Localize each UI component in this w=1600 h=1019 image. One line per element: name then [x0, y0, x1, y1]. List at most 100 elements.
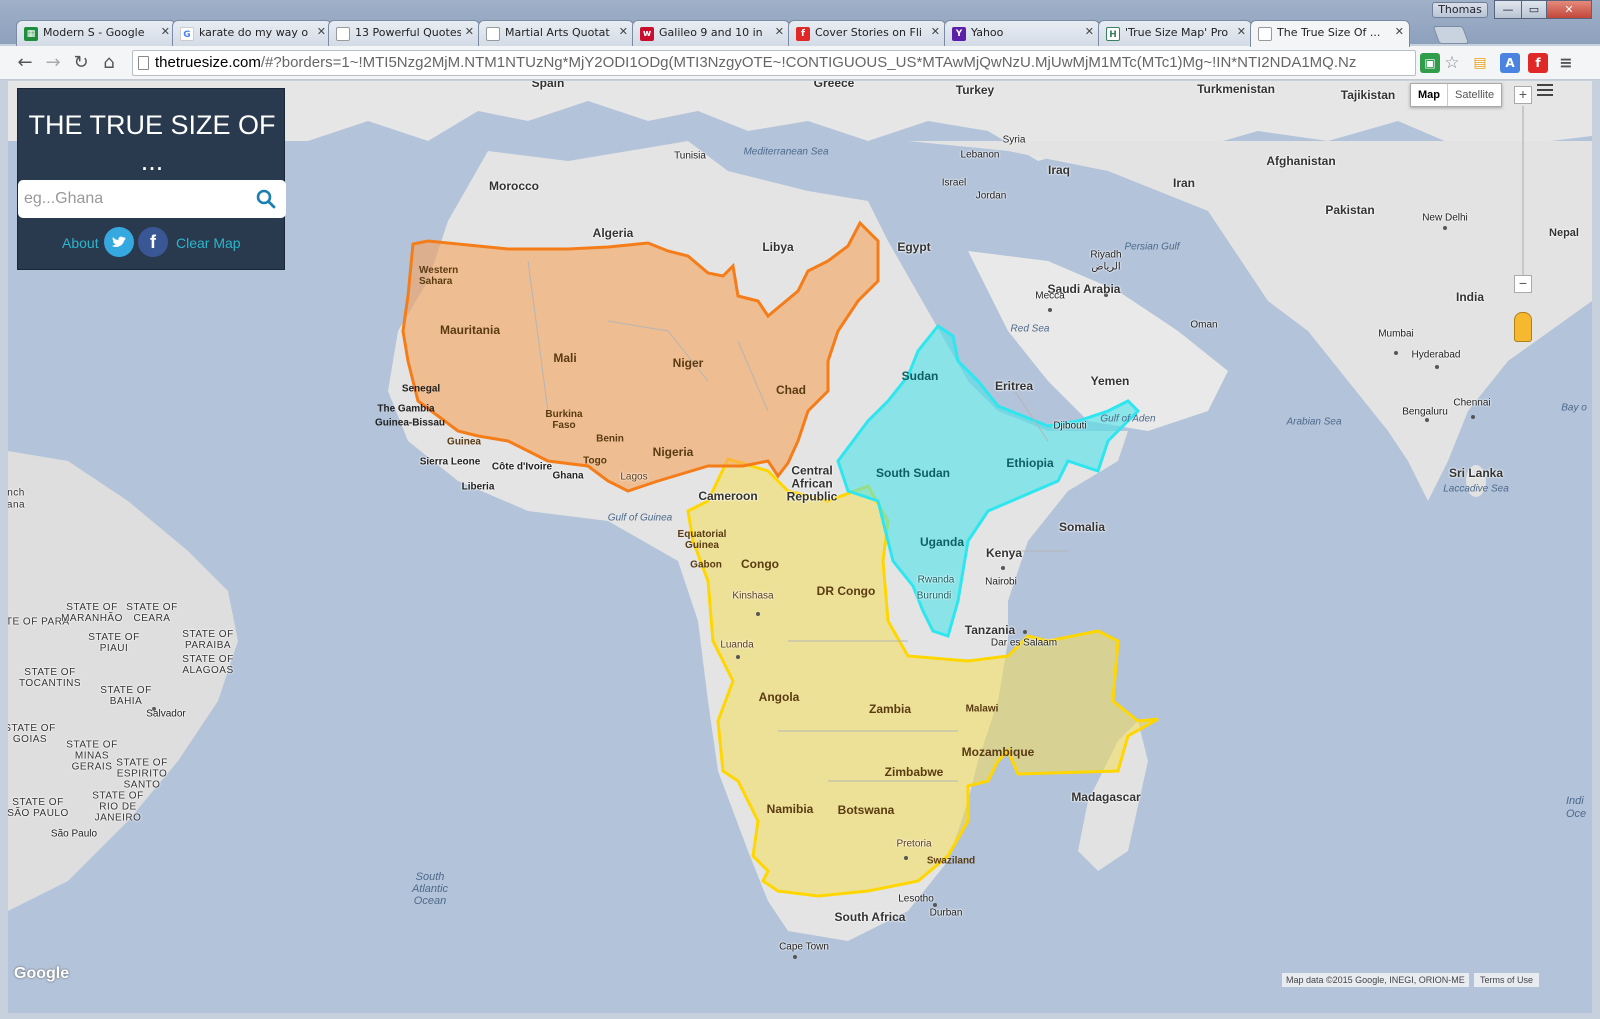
- extension-icon[interactable]: ▣: [1420, 53, 1440, 73]
- tab-close-icon[interactable]: ✕: [161, 25, 170, 38]
- huffpost-icon: H: [1106, 27, 1120, 41]
- tab-close-icon[interactable]: ✕: [775, 25, 784, 38]
- map-label: Togo: [583, 455, 607, 467]
- map-label: Malawi: [965, 703, 999, 715]
- map-label: Namibia: [766, 802, 814, 816]
- zoom-out-button[interactable]: −: [1514, 275, 1532, 293]
- map-label: Luanda: [720, 639, 754, 651]
- map-label: Nigeria: [652, 445, 694, 459]
- map-label: STATE OF ALAGOAS: [182, 654, 234, 676]
- zoom-slider[interactable]: [1522, 106, 1524, 276]
- url-host: thetruesize.com: [155, 54, 261, 71]
- map-label: South Africa: [834, 910, 906, 924]
- map-label: Arabian Sea: [1286, 416, 1342, 428]
- tab-close-icon[interactable]: ✕: [465, 25, 474, 38]
- map-type-satellite-button[interactable]: Satellite: [1448, 84, 1501, 106]
- tab-1[interactable]: G karate do my way o ✕: [172, 20, 332, 46]
- map-label: Swaziland: [926, 855, 976, 867]
- map-label: Ethiopia: [1006, 456, 1054, 470]
- forward-arrow-icon[interactable]: →: [42, 52, 64, 74]
- map-label: Mauritania: [439, 323, 501, 337]
- maximize-button[interactable]: ▭: [1521, 0, 1547, 19]
- tab-close-icon[interactable]: ✕: [1237, 25, 1246, 38]
- tab-6[interactable]: Y Yahoo ✕: [944, 20, 1100, 46]
- tab-close-icon[interactable]: ✕: [931, 25, 940, 38]
- translate-icon[interactable]: A: [1500, 53, 1520, 73]
- menu-icon[interactable]: [1537, 84, 1553, 98]
- map-label: Persian Gulf: [1124, 241, 1180, 253]
- window-close-button[interactable]: ✕: [1546, 0, 1592, 19]
- browser-toolbar: ← → ↻ ⌂ thetruesize.com/#?borders=1~!MTI…: [0, 46, 1600, 80]
- map-label: Mediterranean Sea: [743, 146, 829, 158]
- map-label: Rwanda: [917, 574, 955, 586]
- home-icon[interactable]: ⌂: [98, 52, 120, 74]
- tab-0[interactable]: ▦ Modern S - Google ✕: [16, 20, 176, 46]
- tab-4[interactable]: w Galileo 9 and 10 in ✕: [632, 20, 790, 46]
- map-label: Cape Town: [779, 941, 829, 953]
- about-link[interactable]: About: [62, 235, 99, 251]
- zoom-in-button[interactable]: +: [1514, 86, 1532, 104]
- reload-icon[interactable]: ↻: [70, 52, 92, 74]
- address-bar[interactable]: thetruesize.com/#?borders=1~!MTI5Nzg2MjM…: [132, 50, 1416, 76]
- terms-of-use-link[interactable]: Terms of Use: [1474, 973, 1540, 987]
- tab-5[interactable]: f Cover Stories on Fli ✕: [788, 20, 946, 46]
- facebook-icon[interactable]: f: [138, 227, 168, 257]
- map-label: nch: [8, 487, 25, 499]
- tab-label: Galileo 9 and 10 in: [659, 26, 763, 39]
- tab-close-icon[interactable]: ✕: [619, 25, 628, 38]
- tab-label: Cover Stories on Fli: [815, 26, 922, 39]
- map-label: Red Sea: [1010, 323, 1050, 335]
- map-label: São Paulo: [50, 828, 98, 840]
- browser-window: ▦ Modern S - Google ✕ G karate do my way…: [0, 0, 1600, 1019]
- search-box: [18, 180, 286, 218]
- back-arrow-icon[interactable]: ←: [14, 52, 36, 74]
- map-label: Sri Lanka: [1448, 466, 1504, 480]
- search-input[interactable]: [24, 186, 244, 212]
- map-label: Djibouti: [1053, 420, 1087, 432]
- tab-8-active[interactable]: The True Size Of ... ✕: [1250, 20, 1410, 47]
- chrome-menu-icon[interactable]: ≡: [1556, 53, 1576, 73]
- map-label: Liberia: [461, 481, 495, 493]
- street-view-pegman-icon[interactable]: [1514, 312, 1532, 342]
- map-label: Chennai: [1453, 397, 1491, 409]
- search-panel: THE TRUE SIZE OF ... About f Clear Map: [17, 88, 286, 270]
- profile-button[interactable]: Thomas: [1432, 2, 1488, 18]
- tab-strip: ▦ Modern S - Google ✕ G karate do my way…: [0, 0, 1600, 47]
- map-label: Morocco: [488, 179, 540, 193]
- map-label: Zambia: [868, 702, 912, 716]
- map-label: Bengaluru: [1402, 406, 1448, 418]
- panel-title: THE TRUE SIZE OF ...: [28, 110, 276, 176]
- map-label: Benin: [596, 433, 624, 445]
- page-icon: [1258, 27, 1272, 41]
- map-type-map-button[interactable]: Map: [1411, 84, 1447, 106]
- tab-label: karate do my way o: [199, 26, 309, 39]
- map-type-control: Map Satellite: [1410, 83, 1503, 107]
- flipboard-extension-icon[interactable]: f: [1528, 53, 1548, 73]
- map-label: Egypt: [897, 240, 931, 254]
- map-label: Turkmenistan: [1197, 82, 1275, 96]
- twitter-icon[interactable]: [104, 227, 134, 257]
- tab-3[interactable]: Martial Arts Quotat ✕: [478, 20, 634, 46]
- map-label: Gulf of Aden: [1100, 413, 1156, 425]
- clear-map-link[interactable]: Clear Map: [176, 235, 241, 251]
- map-label: Congo: [741, 557, 779, 571]
- tab-2[interactable]: 13 Powerful Quotes ✕: [328, 20, 480, 46]
- google-icon: G: [180, 27, 194, 41]
- new-tab-button[interactable]: [1432, 26, 1470, 44]
- minimize-button[interactable]: —: [1494, 0, 1522, 19]
- bookmark-star-icon[interactable]: ☆: [1442, 53, 1462, 73]
- news-icon: w: [640, 27, 654, 41]
- map-label: Angola: [758, 690, 800, 704]
- bus-extension-icon[interactable]: ▤: [1470, 53, 1490, 73]
- tab-7[interactable]: H 'True Size Map' Pro ✕: [1098, 20, 1252, 46]
- tab-close-icon[interactable]: ✕: [1395, 25, 1404, 38]
- flipboard-icon: f: [796, 27, 810, 41]
- map-label: Sierra Leone: [419, 456, 481, 468]
- search-icon[interactable]: [256, 189, 276, 209]
- map-label: Guinea-Bissau: [374, 417, 446, 429]
- map-label: Laccadive Sea: [1443, 483, 1509, 495]
- tab-close-icon[interactable]: ✕: [1085, 25, 1094, 38]
- map-label: Niger: [672, 356, 704, 370]
- map-label: STATE OF SÃO PAULO: [8, 797, 69, 819]
- tab-close-icon[interactable]: ✕: [317, 25, 326, 38]
